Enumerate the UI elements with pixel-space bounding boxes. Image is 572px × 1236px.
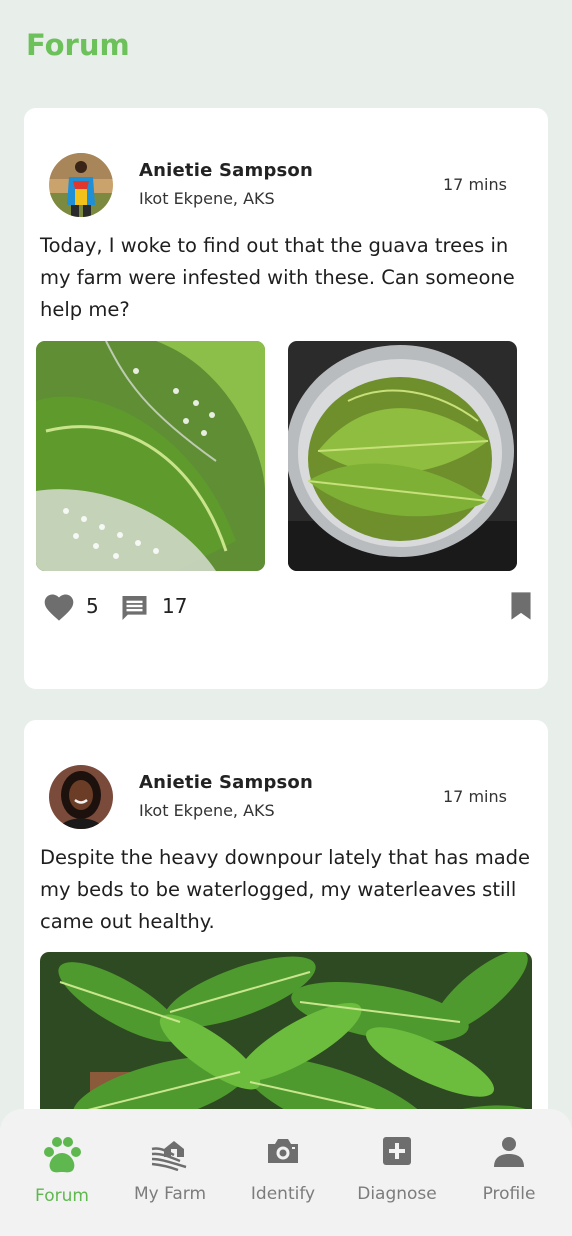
guava-leaves-in-pot-photo[interactable] (288, 341, 517, 571)
person-icon (492, 1135, 526, 1174)
nav-item-forum[interactable]: Forum (5, 1109, 119, 1236)
post-card[interactable]: Anietie Sampson Ikot Ekpene, AKS 17 mins… (24, 108, 548, 689)
heart-icon[interactable] (42, 592, 76, 627)
post-text: Today, I woke to find out that the guava… (40, 234, 515, 321)
post-timestamp: 17 mins (443, 787, 507, 806)
nav-item-identify[interactable]: Identify (226, 1109, 340, 1236)
paw-icon (40, 1135, 84, 1182)
nav-label: Profile (482, 1184, 536, 1204)
comment-count: 17 (162, 594, 188, 618)
like-count: 5 (86, 594, 99, 618)
nav-item-my-farm[interactable]: My Farm (113, 1109, 227, 1236)
nav-label: Forum (35, 1186, 89, 1206)
avatar[interactable] (49, 153, 113, 217)
farm-icon (150, 1135, 190, 1176)
author-name[interactable]: Anietie Sampson (139, 772, 313, 793)
nav-label: Diagnose (357, 1184, 437, 1204)
author-location: Ikot Ekpene, AKS (139, 801, 275, 820)
avatar[interactable] (49, 765, 113, 829)
nav-item-profile[interactable]: Profile (452, 1109, 566, 1236)
infested-guava-leaf-photo[interactable] (36, 341, 265, 571)
camera-icon (265, 1135, 301, 1172)
nav-label: My Farm (133, 1184, 207, 1204)
bookmark-icon[interactable] (510, 591, 532, 626)
bottom-nav: Forum My Farm Identify Diagnose Profile (0, 1109, 572, 1236)
post-text: Despite the heavy downpour lately that h… (40, 846, 531, 933)
comment-icon[interactable] (118, 592, 151, 629)
page-title: Forum (26, 28, 130, 62)
post-timestamp: 17 mins (443, 175, 507, 194)
plus-box-icon (381, 1135, 413, 1172)
author-location: Ikot Ekpene, AKS (139, 189, 275, 208)
nav-item-diagnose[interactable]: Diagnose (340, 1109, 454, 1236)
post-actions: 5 17 (42, 590, 532, 624)
nav-label: Identify (250, 1184, 316, 1204)
author-name[interactable]: Anietie Sampson (139, 160, 313, 181)
